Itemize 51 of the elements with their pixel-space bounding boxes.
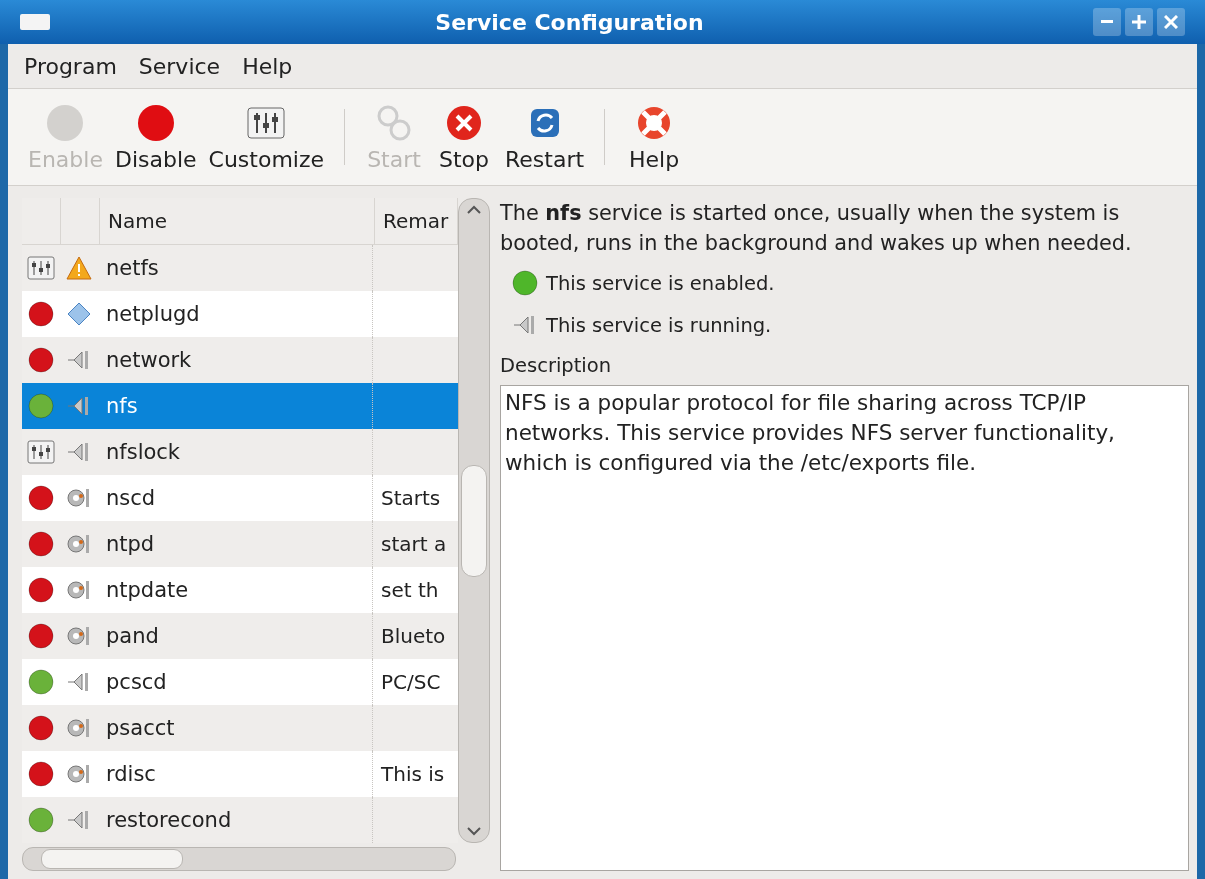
- minimize-button[interactable]: [1093, 8, 1121, 36]
- close-button[interactable]: [1157, 8, 1185, 36]
- table-cell-text: nfslock: [105, 440, 182, 464]
- maximize-button[interactable]: [1125, 8, 1153, 36]
- service-row[interactable]: netfs: [22, 245, 458, 291]
- toolbar-button[interactable]: Stop: [429, 98, 500, 176]
- description-label: Description: [500, 354, 613, 377]
- table-cell-text: nfs: [105, 394, 139, 418]
- menu-item[interactable]: Help: [242, 53, 293, 79]
- service-row[interactable]: restorecond: [22, 797, 458, 843]
- table-cell-text: pand: [105, 624, 160, 648]
- service-row[interactable]: psacct: [22, 705, 458, 751]
- table-cell-text: restorecond: [105, 808, 233, 832]
- service-row[interactable]: ntpd start a: [22, 521, 458, 567]
- state-text: This service is running.: [546, 313, 772, 337]
- window-icon: [20, 14, 50, 30]
- table-cell-text: nscd: [105, 486, 157, 510]
- description-text: NFS is a popular protocol for file sharing across TCP/IP networks. This service provides NFS server functionality, which is configured via the /etc/exports file.: [505, 389, 1116, 477]
- table-cell-text: netfs: [105, 256, 160, 280]
- service-row[interactable]: nfslock: [22, 429, 458, 475]
- scroll-thumb[interactable]: [41, 849, 183, 869]
- scroll-thumb[interactable]: [461, 464, 487, 577]
- column-header[interactable]: Name: [100, 198, 375, 244]
- table-cell-text: pcscd: [105, 670, 168, 694]
- service-row[interactable]: pand Blueto: [22, 613, 458, 659]
- table-cell-text: ntpdate: [105, 578, 190, 602]
- circle-icon: [135, 102, 176, 143]
- vertical-scrollbar[interactable]: [458, 198, 490, 843]
- window-title: Service Configuration: [434, 9, 705, 35]
- chevron-up-icon[interactable]: [467, 205, 481, 215]
- table-cell-text: psacct: [105, 716, 176, 740]
- minimize-icon: [1101, 20, 1113, 24]
- table-cell-text: ntpd: [105, 532, 156, 556]
- table-cell-text: network: [105, 348, 193, 372]
- table-cell-text: rdisc: [105, 762, 157, 786]
- menu-item[interactable]: Program: [24, 53, 117, 79]
- menu-item[interactable]: Service: [138, 53, 221, 79]
- horizontal-scrollbar[interactable]: [22, 847, 456, 871]
- state-text: This service is enabled.: [546, 271, 775, 295]
- toolbar-button[interactable]: Customize: [202, 98, 331, 176]
- service-row[interactable]: network: [22, 337, 458, 383]
- table-cell-text: netplugd: [105, 302, 201, 326]
- toolbar-button[interactable]: Restart: [499, 98, 591, 176]
- close-icon: [1164, 15, 1178, 29]
- plus-icon: [1132, 15, 1146, 29]
- toolbar-button[interactable]: Disable: [108, 98, 203, 176]
- service-row[interactable]: nfs: [22, 383, 458, 429]
- toolbar-button[interactable]: Help: [619, 98, 690, 176]
- circle-icon: [45, 102, 86, 143]
- service-summary: The nfs service is started once, usually when the system is booted, runs in the background and wakes up when needed.: [500, 200, 1133, 257]
- chevron-down-icon[interactable]: [467, 826, 481, 836]
